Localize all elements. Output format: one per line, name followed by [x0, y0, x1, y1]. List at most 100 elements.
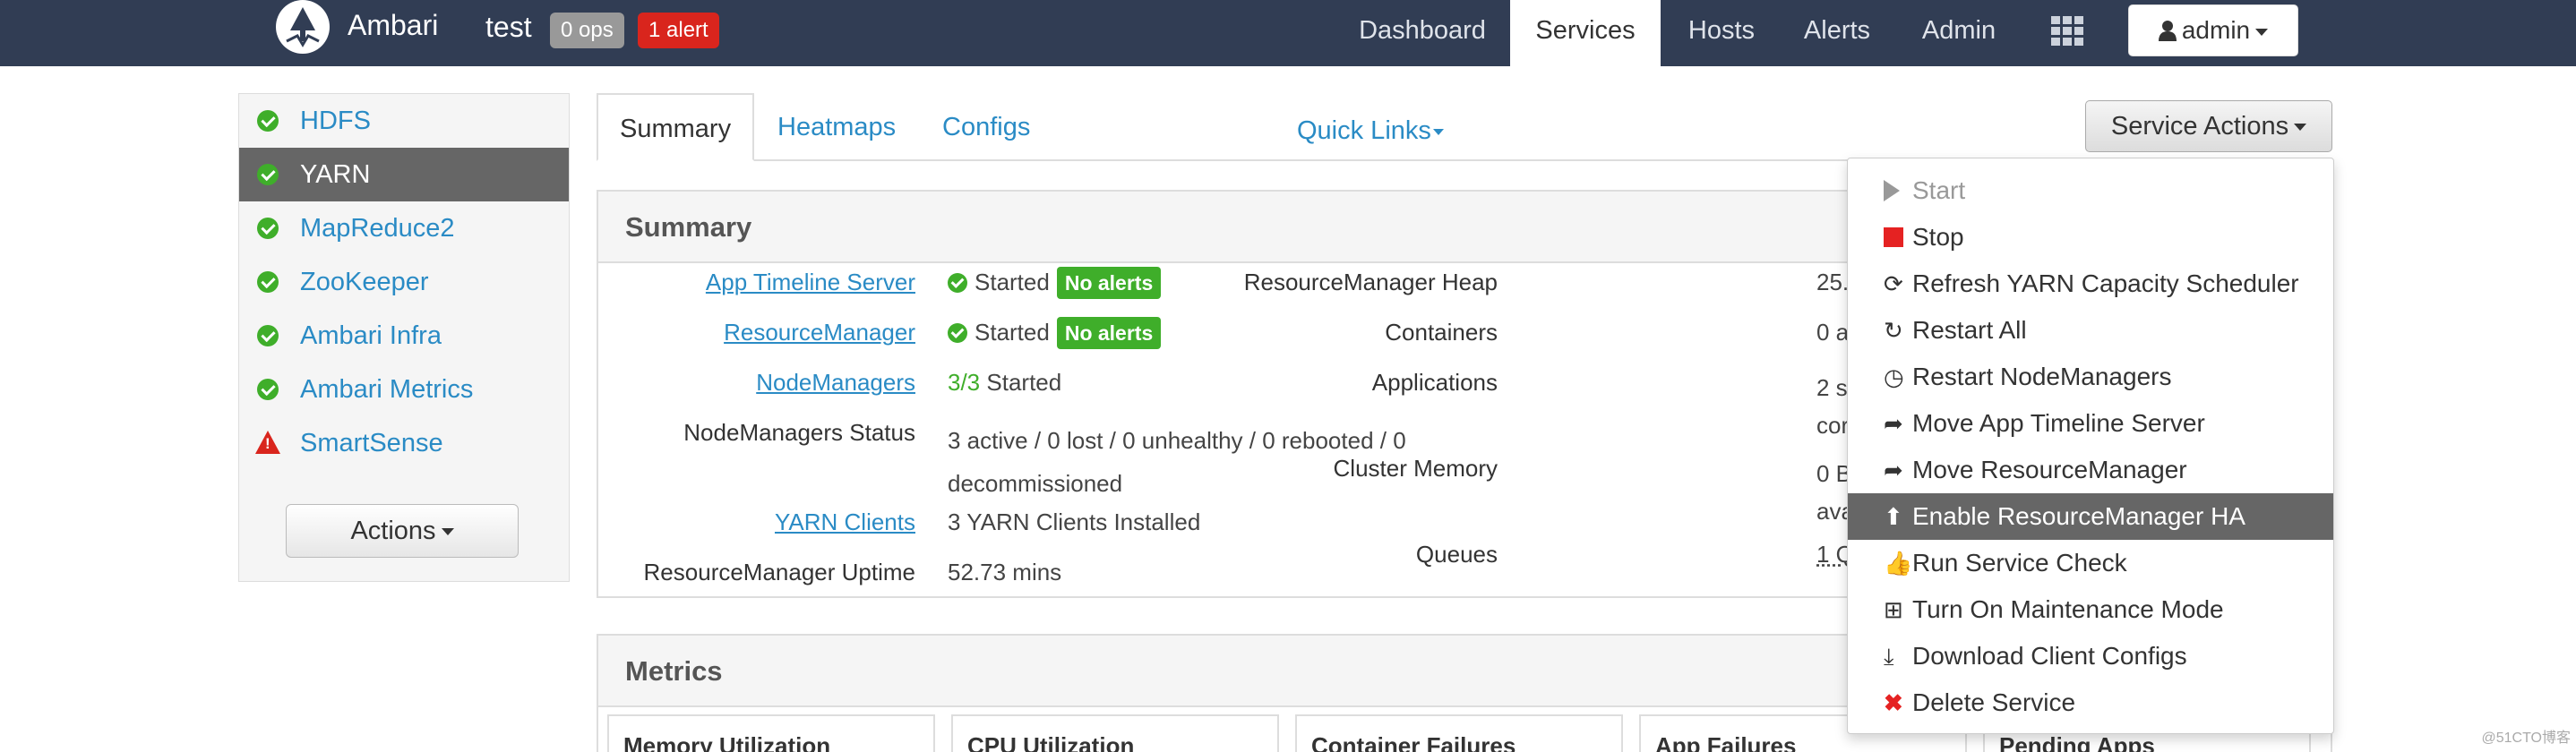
- services-sidebar: HDFS YARN MapReduce2 ZooKeeper Ambari In…: [238, 93, 570, 582]
- nodemanagers-status: 3/3 Started: [948, 369, 1061, 397]
- no-alerts-badge[interactable]: No alerts: [1057, 317, 1161, 349]
- medkit-icon: ⊞: [1884, 597, 1907, 622]
- no-alerts-badge[interactable]: No alerts: [1057, 267, 1161, 299]
- resourcemanager-status: Started No alerts: [948, 317, 1161, 349]
- user-menu-button[interactable]: admin: [2128, 4, 2298, 56]
- sidebar-item-mapreduce2[interactable]: MapReduce2: [239, 201, 569, 255]
- rm-uptime-label: ResourceManager Uptime: [644, 559, 915, 586]
- menu-item-restart-nodemanagers[interactable]: ◷ Restart NodeManagers: [1848, 354, 2333, 400]
- status-ok-icon: [948, 323, 967, 343]
- status-ok-icon: [257, 218, 279, 239]
- status-ok-icon: [257, 164, 279, 185]
- ops-badge[interactable]: 0 ops: [550, 13, 624, 48]
- sidebar-item-ambari-infra[interactable]: Ambari Infra: [239, 309, 569, 363]
- containers-value: 0 a: [1816, 319, 1849, 346]
- menu-item-label: Delete Service: [1912, 679, 2075, 726]
- nodemanagers-link[interactable]: NodeManagers: [756, 369, 915, 397]
- status-ok-icon: [948, 273, 967, 293]
- top-navbar: Ambari test 0 ops 1 alert Dashboard Serv…: [0, 0, 2576, 66]
- nav-services[interactable]: Services: [1510, 0, 1661, 66]
- menu-item-start[interactable]: Start: [1848, 167, 2333, 214]
- status-ok-icon: [257, 325, 279, 346]
- quick-links-dropdown[interactable]: Quick Links: [1297, 116, 1444, 146]
- menu-item-label: Download Client Configs: [1912, 633, 2187, 679]
- alert-badge[interactable]: 1 alert: [638, 13, 719, 48]
- tab-summary[interactable]: Summary: [597, 93, 754, 161]
- arrow-up-icon: ⬆: [1884, 504, 1907, 529]
- views-grid-icon[interactable]: [2051, 16, 2083, 45]
- nav-admin[interactable]: Admin: [1902, 0, 2015, 66]
- sidebar-item-zookeeper[interactable]: ZooKeeper: [239, 255, 569, 309]
- menu-item-label: Turn On Maintenance Mode: [1912, 586, 2224, 633]
- refresh-icon: ⟳: [1884, 271, 1907, 296]
- status-text: Started: [986, 369, 1061, 396]
- ambari-logo[interactable]: [276, 0, 330, 54]
- status-ok-icon: [257, 110, 279, 132]
- sidebar-item-smartsense[interactable]: SmartSense: [239, 416, 569, 470]
- menu-item-restart-all[interactable]: ↻ Restart All: [1848, 307, 2333, 354]
- menu-item-stop[interactable]: Stop: [1848, 214, 2333, 261]
- sidebar-item-label: YARN: [300, 160, 370, 190]
- warning-icon: [255, 431, 280, 454]
- sidebar-item-label: MapReduce2: [300, 214, 455, 244]
- restart-icon: ↻: [1884, 318, 1907, 343]
- menu-item-label: Enable ResourceManager HA: [1912, 493, 2245, 540]
- applications-line2: cor: [1816, 406, 1849, 444]
- sidebar-item-yarn[interactable]: YARN: [239, 148, 569, 201]
- sidebar-item-hdfs[interactable]: HDFS: [239, 94, 569, 148]
- brand-name[interactable]: Ambari: [348, 9, 438, 42]
- menu-item-download-client-configs[interactable]: ⤓ Download Client Configs: [1848, 633, 2333, 679]
- resourcemanager-link[interactable]: ResourceManager: [724, 319, 915, 346]
- app-timeline-server-status: Started No alerts: [948, 267, 1161, 299]
- nodemanagers-count[interactable]: 3/3: [948, 369, 980, 396]
- nav-dashboard[interactable]: Dashboard: [1344, 0, 1501, 66]
- rm-heap-label: ResourceManager Heap: [1244, 269, 1498, 296]
- delete-icon: ✖: [1884, 690, 1907, 715]
- menu-item-enable-resourcemanager-ha[interactable]: ⬆ Enable ResourceManager HA: [1848, 493, 2333, 540]
- sidebar-item-ambari-metrics[interactable]: Ambari Metrics: [239, 363, 569, 416]
- menu-item-refresh-capacity-scheduler[interactable]: ⟳ Refresh YARN Capacity Scheduler: [1848, 261, 2333, 307]
- menu-item-label: Stop: [1912, 214, 1964, 261]
- service-actions-button[interactable]: Service Actions: [2085, 100, 2332, 152]
- nav-alerts[interactable]: Alerts: [1788, 0, 1886, 66]
- menu-item-move-resourcemanager[interactable]: ➦ Move ResourceManager: [1848, 447, 2333, 493]
- actions-button-label: Actions: [350, 517, 435, 545]
- memory-utilization-card[interactable]: Memory Utilization: [607, 714, 935, 752]
- menu-item-move-app-timeline-server[interactable]: ➦ Move App Timeline Server: [1848, 400, 2333, 447]
- menu-item-delete-service[interactable]: ✖ Delete Service: [1848, 679, 2333, 726]
- yarn-clients-value: 3 YARN Clients Installed: [948, 508, 1200, 536]
- thumbs-up-icon: 👍: [1884, 551, 1907, 576]
- status-text: Started: [975, 319, 1050, 346]
- chevron-down-icon: [1433, 129, 1444, 135]
- chevron-down-icon: [2294, 124, 2306, 131]
- menu-item-label: Move App Timeline Server: [1912, 400, 2205, 447]
- tab-configs[interactable]: Configs: [942, 93, 1030, 161]
- watermark: @51CTO博客: [2481, 725, 2571, 747]
- menu-item-label: Restart NodeManagers: [1912, 354, 2171, 400]
- cluster-name: test: [485, 11, 532, 44]
- app-timeline-server-link[interactable]: App Timeline Server: [706, 269, 915, 296]
- actions-button[interactable]: Actions: [286, 504, 519, 558]
- yarn-clients-link[interactable]: YARN Clients: [775, 508, 915, 536]
- status-ok-icon: [257, 379, 279, 400]
- cpu-utilization-card[interactable]: CPU Utilization: [951, 714, 1279, 752]
- menu-item-maintenance-mode[interactable]: ⊞ Turn On Maintenance Mode: [1848, 586, 2333, 633]
- play-icon: [1884, 180, 1900, 201]
- menu-item-label: Move ResourceManager: [1912, 447, 2187, 493]
- menu-item-run-service-check[interactable]: 👍 Run Service Check: [1848, 540, 2333, 586]
- queues-label: Queues: [1416, 541, 1498, 568]
- sidebar-item-label: Ambari Infra: [300, 321, 442, 351]
- applications-line1: 2 s: [1816, 369, 1849, 406]
- container-failures-card[interactable]: Container Failures: [1295, 714, 1623, 752]
- applications-label: Applications: [1372, 369, 1498, 397]
- user-name: admin: [2182, 16, 2250, 44]
- applications-value: 2 s cor: [1816, 369, 1849, 444]
- menu-item-label: Restart All: [1912, 307, 2027, 354]
- nav-hosts[interactable]: Hosts: [1670, 0, 1773, 66]
- nodemanagers-status-label: NodeManagers Status: [683, 419, 915, 447]
- rm-heap-value: 25.: [1816, 269, 1849, 296]
- sidebar-item-label: HDFS: [300, 107, 371, 136]
- clock-icon: ◷: [1884, 364, 1907, 389]
- menu-item-label: Start: [1912, 167, 1965, 214]
- tab-heatmaps[interactable]: Heatmaps: [777, 93, 896, 161]
